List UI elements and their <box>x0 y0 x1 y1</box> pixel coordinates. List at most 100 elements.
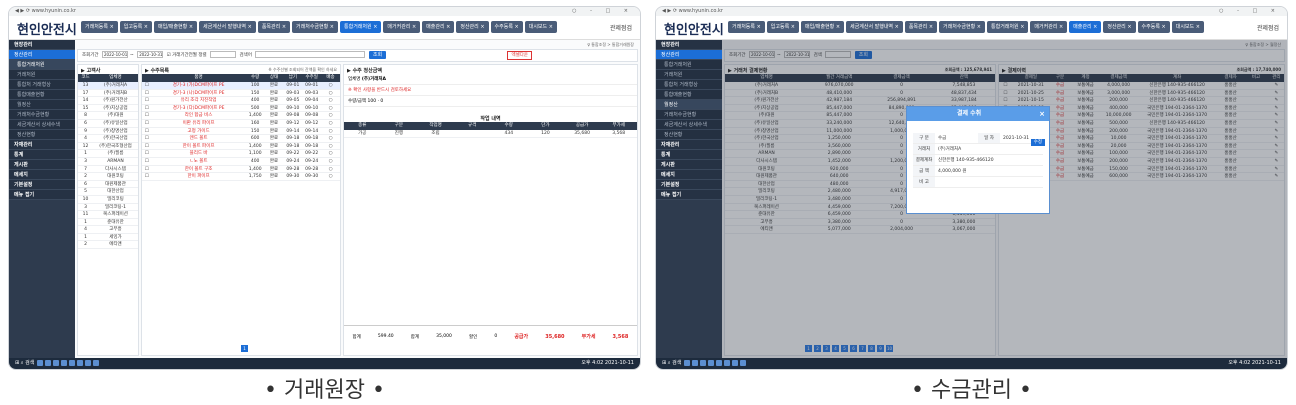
sidebar-item[interactable]: 통합거래처원 <box>9 60 75 70</box>
sidebar-item[interactable]: 통합매출현황 <box>656 90 722 100</box>
app-logo[interactable]: 현인안전시 <box>664 19 724 38</box>
table-row[interactable]: ☐ 고정 가이드 150 완료 09-14 09-14 ○ <box>142 128 340 136</box>
table-row[interactable]: 4 고무흥 <box>78 226 138 234</box>
table-row[interactable]: ☐ 경기-3 (가)DCM파이프 PE 100 완료 09-01 09-01 ○ <box>142 82 340 90</box>
sidebar-item[interactable]: 게시판 <box>9 160 75 170</box>
table-row[interactable]: 8 (주)대원 <box>78 112 138 120</box>
sidebar-item[interactable]: 통합처 거래형상 <box>656 80 722 90</box>
window-controls[interactable]: ○ - □ × <box>572 7 634 16</box>
sidebar-item[interactable]: 거래처수금현황 <box>9 110 75 120</box>
tab-item[interactable]: 입고등록 × <box>119 21 152 33</box>
page-1[interactable]: 1 <box>241 345 248 352</box>
table-row[interactable]: ☐ 경기-3 (나)DCM파이프 PE 150 완료 09-03 09-03 ○ <box>142 90 340 98</box>
sidebar-item[interactable]: 월정산 <box>9 100 75 110</box>
date-from-input[interactable]: 2022-10-01 <box>102 51 128 58</box>
sidebar-item[interactable]: 기본설정 <box>656 180 722 190</box>
table-row[interactable]: 11 복스퍼레이션 <box>78 211 138 219</box>
table-row[interactable]: 6 대원제품관 <box>78 181 138 189</box>
sidebar-item[interactable]: 거래처수금현황 <box>656 110 722 120</box>
table-row[interactable]: 9 (주)창명산업 <box>78 128 138 136</box>
tab-item[interactable]: 정산관리 × <box>456 21 489 33</box>
sidebar-item[interactable]: 통합거래처원 <box>656 60 722 70</box>
keyword-input[interactable] <box>255 51 366 58</box>
table-row[interactable]: 15 (주)지상공업 <box>78 105 138 113</box>
app-logo[interactable]: 현인안전시 <box>17 19 77 38</box>
form-field[interactable]: 신한은행 140-935-466120 <box>935 155 1043 165</box>
tab-item[interactable]: 매입/매출현황 × <box>800 21 845 33</box>
table-row[interactable]: 12 (주)한국조형산업 <box>78 143 138 151</box>
sidebar-item[interactable]: 거래처원 <box>9 70 75 80</box>
sidebar-item[interactable]: 세금계산서 상세수색 <box>656 120 722 130</box>
sidebar-item[interactable]: 메세지 <box>9 170 75 180</box>
form-field[interactable]: 4,000,000 원 <box>935 166 1043 176</box>
table-row[interactable]: 13 (주)거래처A <box>78 82 138 90</box>
sidebar-item[interactable]: 통계 <box>9 150 75 160</box>
tab-item[interactable]: 매출관리 × <box>422 21 455 33</box>
sidebar-item[interactable]: 세금계산서 상세수색 <box>9 120 75 130</box>
table-row[interactable]: ☐ 한이 볼트 파이프 1,400 완료 09-18 09-18 ○ <box>142 143 340 151</box>
table-row[interactable]: 2 에티앤 <box>78 241 138 250</box>
sidebar-item[interactable]: 현장관리 <box>9 40 75 50</box>
table-row[interactable]: 3 ARMAN <box>78 158 138 166</box>
tab-item[interactable]: 수주등록 × <box>490 21 523 33</box>
table-row[interactable]: 10 밀리코팅 <box>78 196 138 204</box>
tab-item[interactable]: 매출관리 × <box>1069 21 1102 33</box>
tab-item[interactable]: 통합거래처원 × <box>987 21 1029 33</box>
sidebar-item[interactable]: 메세지 <box>656 170 722 180</box>
table-row[interactable]: 2 대원코팅 <box>78 173 138 181</box>
table-row[interactable]: ☐ 유리 조각 지진작업 400 완료 09-05 09-04 ○ <box>142 97 340 105</box>
sidebar-item[interactable]: 정산관리 <box>9 50 75 60</box>
tab-item[interactable]: 거래처수금현황 × <box>292 21 338 33</box>
table-row[interactable]: ☐ 블리드 바 1,100 완료 09-22 09-22 ○ <box>142 150 340 158</box>
table-row[interactable]: ☐ 한이 파이프 1,750 완료 09-30 09-30 ○ <box>142 173 340 181</box>
table-row[interactable]: ☐ 엔드 볼트 600 완료 09-18 09-18 ○ <box>142 135 340 143</box>
sidebar-item[interactable]: 메뉴 접기 <box>9 190 75 200</box>
sidebar-item[interactable]: 현장관리 <box>656 40 722 50</box>
sidebar-item[interactable]: 통합매출현황 <box>9 90 75 100</box>
sidebar-item[interactable]: 통계 <box>656 150 722 160</box>
tab-item[interactable]: 통합거래처원 × <box>340 21 382 33</box>
sidebar-item[interactable]: 게시판 <box>656 160 722 170</box>
table-row[interactable]: ☐ 한이 볼트 구조 1,400 완료 09-28 09-28 ○ <box>142 166 340 174</box>
sidebar-item[interactable]: 자재관리 <box>9 140 75 150</box>
table-row[interactable]: 1 준대유한 <box>78 219 138 227</box>
date-to-input[interactable]: 2022-10-31 <box>137 51 164 58</box>
sidebar-item[interactable]: 정산현황 <box>656 130 722 140</box>
sidebar-item[interactable]: 통합처 거래형상 <box>9 80 75 90</box>
tab-item[interactable]: 수주등록 × <box>1137 21 1170 33</box>
tab-item[interactable]: 거래처수금현황 × <box>939 21 985 33</box>
sidebar-item[interactable]: 메뉴 접기 <box>656 190 722 200</box>
detail-row[interactable]: 가공 진행 조립 434 120 35,680 3,568 <box>344 130 637 138</box>
table-row[interactable]: ☐ 경기-3 (다)DCM파이프 PE 500 완료 09-10 09-10 ○ <box>142 105 340 113</box>
tab-item[interactable]: 대시보드 × <box>524 21 557 33</box>
sidebar-item[interactable]: 정산현황 <box>9 130 75 140</box>
tab-item[interactable]: 품목관리 × <box>904 21 938 33</box>
tab-item[interactable]: 입고등록 × <box>766 21 799 33</box>
form-field[interactable]: (주)거래처A <box>935 144 1043 154</box>
sidebar-item[interactable]: 자재관리 <box>656 140 722 150</box>
sidebar-item[interactable]: 거래처원 <box>656 70 722 80</box>
tab-item[interactable]: 거래처등록 × <box>81 21 118 33</box>
modal-save-button[interactable]: 수정 <box>1030 139 1045 146</box>
user-menu[interactable]: 관제점검 <box>1257 23 1279 32</box>
form-field[interactable]: 수금 <box>935 133 978 143</box>
tab-item[interactable]: 매입/매출현황 × <box>153 21 198 33</box>
tab-item[interactable]: 매거커관리 × <box>383 21 421 33</box>
excel-button[interactable]: 엑셀다운 <box>507 51 533 60</box>
tab-item[interactable]: 품목관리 × <box>257 21 291 33</box>
tab-item[interactable]: 세금계산서 발행내역 × <box>846 21 903 33</box>
sidebar-item[interactable]: 기본설정 <box>9 180 75 190</box>
table-row[interactable]: 3 밀리코팅-1 <box>78 204 138 212</box>
form-field[interactable] <box>935 177 1043 187</box>
table-row[interactable]: ☐ 라인 합금 비스 1,400 완료 09-08 09-08 ○ <box>142 112 340 120</box>
table-row[interactable]: ☐ ㄴ노 볼트 400 완료 09-24 09-24 ○ <box>142 158 340 166</box>
user-menu[interactable]: 관제점검 <box>610 23 632 32</box>
table-row[interactable]: 6 (주)유일산업 <box>78 120 138 128</box>
tab-item[interactable]: 세금계산서 발행내역 × <box>199 21 256 33</box>
tab-item[interactable]: 매거커관리 × <box>1030 21 1068 33</box>
tab-item[interactable]: 대시보드 × <box>1171 21 1204 33</box>
table-row[interactable]: 1 (주)필름 <box>78 150 138 158</box>
table-row[interactable]: 5 대한산업 <box>78 188 138 196</box>
close-icon[interactable]: × <box>1039 107 1045 121</box>
table-row[interactable]: 14 (주)원가전산 <box>78 97 138 105</box>
